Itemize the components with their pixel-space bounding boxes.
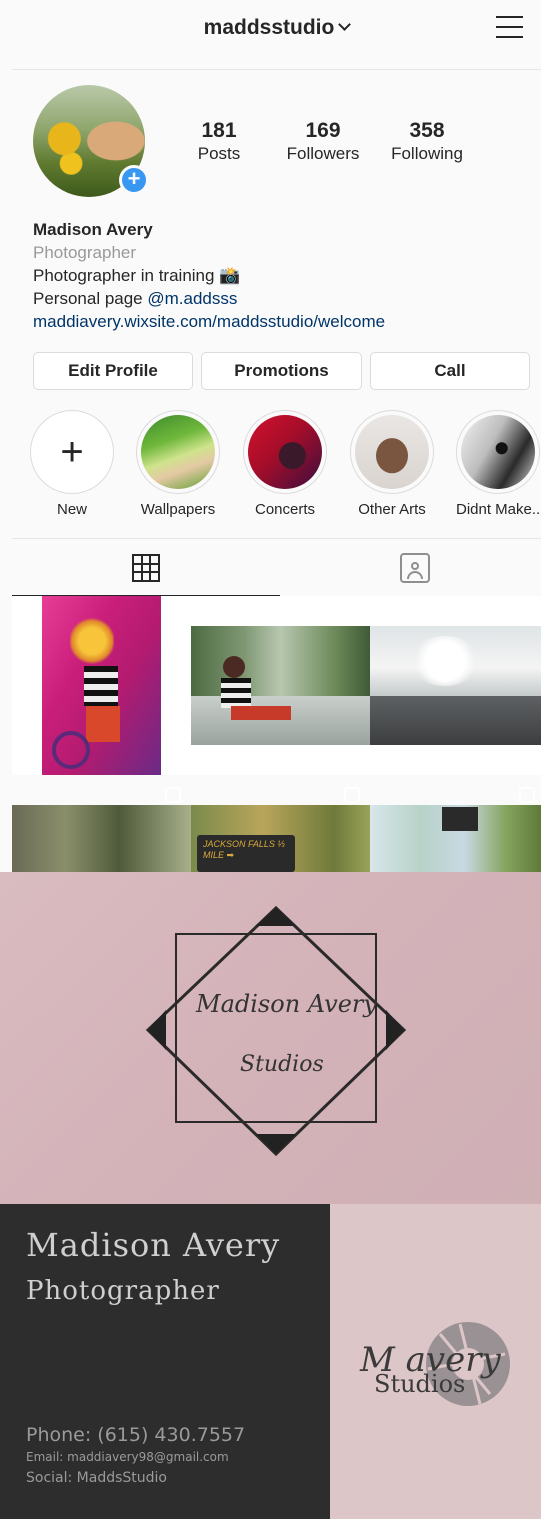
tagged-icon [400,553,430,583]
diamond-logo-graphic [145,905,407,1157]
card-name: Madison Avery [26,1226,281,1264]
followers-label: Followers [286,144,360,163]
bio-block: Madison Avery Photographer Photographer … [33,218,385,333]
multi-post-icon [344,787,360,803]
instagram-profile-screen: maddsstudio + 181 Posts 169 Followers 35… [0,0,541,872]
grid-post[interactable] [370,596,541,775]
website-link[interactable]: maddiavery.wixsite.com/maddsstudio/welco… [33,310,385,333]
grid-post[interactable] [191,596,370,775]
profile-tabs [12,538,541,597]
card-phone: Phone: (615) 430.7557 [26,1424,246,1446]
highlight-cover-image [461,415,535,489]
menu-icon[interactable] [496,16,523,38]
following-label: Following [391,144,463,163]
highlight-concerts[interactable]: Concerts [243,410,327,518]
add-story-plus-icon[interactable]: + [119,165,149,195]
edit-profile-button[interactable]: Edit Profile [33,352,193,390]
posts-stat[interactable]: 181 Posts [188,119,250,165]
grid-post[interactable] [12,596,191,775]
card-social: Social: MaddsStudio [26,1470,167,1486]
bio-line: Photographer in training 📸 [33,266,241,285]
followers-count: 169 [305,119,341,142]
highlight-cover-image [141,415,215,489]
posts-label: Posts [197,144,241,163]
multi-post-icon [519,606,535,622]
display-name: Madison Avery [33,220,153,239]
highlight-cover-image [355,415,429,489]
highlight-didnt-make[interactable]: Didnt Make... [456,410,541,518]
grid-post[interactable] [370,787,541,872]
highlight-label: Other Arts [358,501,426,518]
posts-count: 181 [201,119,237,142]
promotions-button[interactable]: Promotions [201,352,362,390]
highlight-cover-image [248,415,322,489]
card-logo-studios: Studios [374,1370,466,1398]
card-email: Email: maddiavery98@gmail.com [26,1450,229,1464]
grid-icon [132,554,160,582]
logo-text-name: Madison Avery [196,990,377,1018]
highlight-wallpapers[interactable]: Wallpapers [136,410,220,518]
multi-post-icon [165,606,181,622]
username-label: maddsstudio [203,16,335,39]
multi-post-icon [519,787,535,803]
highlight-label: New [56,501,87,518]
following-count: 358 [409,119,445,142]
tab-grid[interactable] [12,539,280,597]
category-label: Photographer [33,243,137,262]
bio-mention-link[interactable]: @m.addsss [147,289,237,308]
card-title: Photographer [26,1276,220,1306]
following-stat[interactable]: 358 Following [385,119,469,165]
highlight-new[interactable]: + New [30,410,114,518]
followers-stat[interactable]: 169 Followers [280,119,366,165]
highlight-label: Concerts [254,501,316,518]
grid-post[interactable]: JACKSON FALLS ⅓ MILE ➡ [191,787,370,872]
multi-post-icon [344,606,360,622]
studio-logo-photo [0,872,541,1204]
highlight-other-arts[interactable]: Other Arts [350,410,434,518]
account-switcher[interactable]: maddsstudio [12,16,541,40]
multi-post-icon [165,787,181,803]
plus-icon: + [30,410,114,494]
chevron-down-icon [338,18,352,31]
highlight-label: Didnt Make... [456,501,541,518]
highlight-label: Wallpapers [140,501,216,518]
top-bar: maddsstudio [12,0,541,70]
grid-post[interactable] [12,787,191,872]
logo-text-studios: Studios [240,1052,324,1077]
sign-text: JACKSON FALLS ⅓ MILE ➡ [197,835,295,872]
bio-line: Personal page @m.addsss [33,289,238,308]
call-button[interactable]: Call [370,352,530,390]
